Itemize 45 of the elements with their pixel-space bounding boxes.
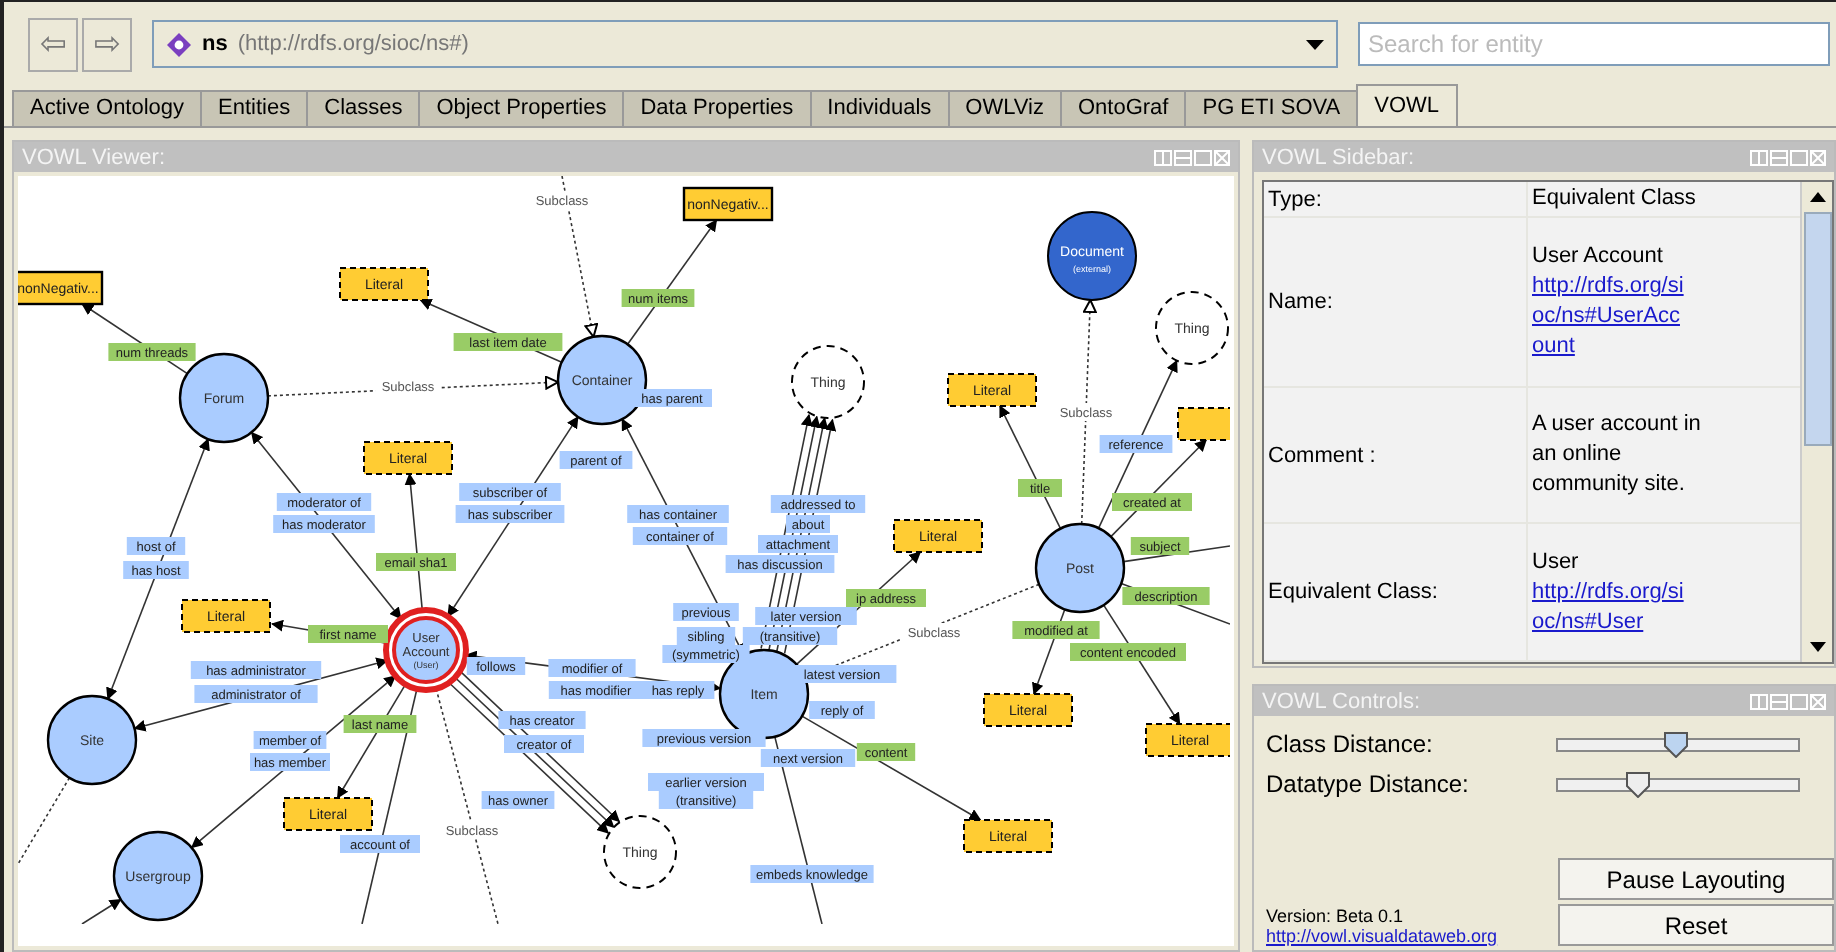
tab[interactable]: VOWL <box>1356 84 1458 126</box>
edge-line <box>18 777 71 865</box>
ontology-dropdown[interactable]: ns (http://rdfs.org/sioc/ns#) <box>152 20 1338 68</box>
scrollbar[interactable] <box>1800 182 1832 662</box>
property-name: Type: <box>1268 187 1322 211</box>
back-button[interactable]: ⇦ <box>28 17 78 71</box>
window-controls-icon[interactable] <box>1750 149 1826 165</box>
property-name: Equivalent Class: <box>1268 580 1438 604</box>
edge-line <box>81 898 122 924</box>
property-name: Name: <box>1268 290 1333 314</box>
version-text: Version: Beta 0.1 <box>1266 906 1406 926</box>
iri-link[interactable]: http://rdfs.org/sioc/ns#User <box>1532 577 1688 637</box>
tab[interactable]: Individuals <box>809 90 950 126</box>
property-value: User <box>1532 547 1581 577</box>
edge-line <box>999 405 1062 530</box>
tab[interactable]: Entities <box>200 90 309 126</box>
website-link[interactable]: http://vowl.visualdataweb.org <box>1266 926 1498 946</box>
tab[interactable]: Data Properties <box>622 90 812 126</box>
caret-icon <box>1306 39 1324 49</box>
pause-button[interactable]: Pause Layouting <box>1558 858 1834 900</box>
property-value: User Account <box>1532 242 1665 272</box>
edge-line <box>626 219 718 346</box>
search-field[interactable]: Search for entity <box>1358 22 1830 66</box>
slider-label: Class Distance: <box>1266 730 1435 758</box>
tab[interactable]: Active Ontology <box>12 90 203 126</box>
property-name: Comment : <box>1268 443 1376 467</box>
scroll-down-icon[interactable] <box>1809 642 1825 652</box>
iri-link[interactable]: http://rdfs.org/sioc/ns#UserAccount <box>1532 272 1688 362</box>
forward-button[interactable]: ⇨ <box>82 17 132 71</box>
tab[interactable]: Classes <box>306 90 421 126</box>
tab[interactable]: OntoGraf <box>1059 90 1187 126</box>
tab[interactable]: Object Properties <box>418 90 625 126</box>
slider-label: Datatype Distance: <box>1266 770 1471 798</box>
slider-thumb[interactable] <box>1663 731 1688 757</box>
window-controls-icon[interactable] <box>1154 149 1230 165</box>
window-controls-icon[interactable] <box>1750 693 1826 709</box>
scroll-up-icon[interactable] <box>1809 192 1825 202</box>
slider-thumb[interactable] <box>1625 771 1650 797</box>
reset-button[interactable]: Reset <box>1558 904 1834 946</box>
property-value: A user account in an online community site. <box>1532 410 1703 500</box>
literal-node[interactable] <box>1177 407 1230 441</box>
tab[interactable]: PG ETI SOVA <box>1184 90 1359 126</box>
tab[interactable]: OWLViz <box>947 90 1062 126</box>
property-value: Equivalent Class <box>1532 184 1698 214</box>
ontology-icon <box>166 31 192 57</box>
